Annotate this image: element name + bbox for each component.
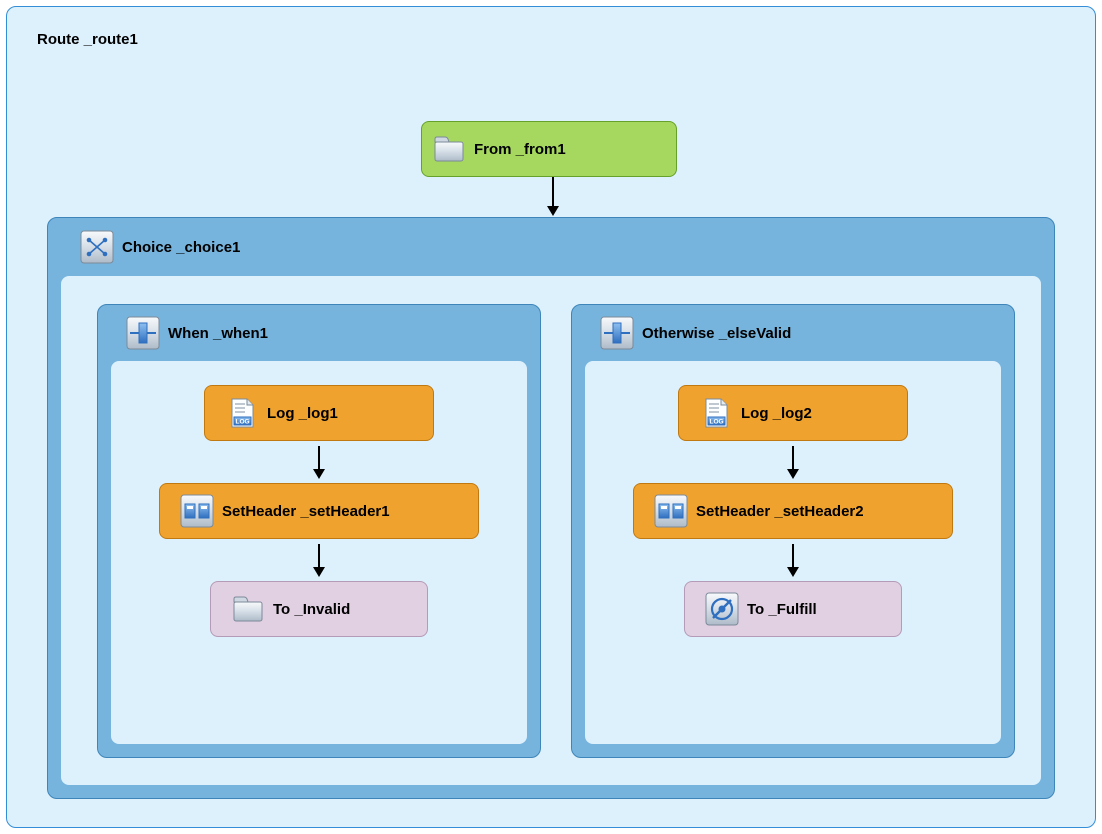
arrow-icon bbox=[787, 441, 799, 483]
to-label: To _Fulfill bbox=[747, 601, 817, 618]
arrow-icon bbox=[787, 539, 799, 581]
otherwise-header: Otherwise _elseValid bbox=[572, 305, 1014, 361]
log-label: Log _log2 bbox=[741, 405, 812, 422]
log-icon: LOG bbox=[225, 396, 259, 430]
choice-container[interactable]: Choice _choice1 When _when1 bbox=[47, 217, 1055, 799]
setheader-label: SetHeader _setHeader1 bbox=[222, 503, 390, 520]
otherwise-label: Otherwise _elseValid bbox=[642, 325, 791, 342]
route-title: Route _route1 bbox=[37, 31, 138, 48]
setheader-icon bbox=[180, 494, 214, 528]
choice-label: Choice _choice1 bbox=[122, 239, 240, 256]
setheader-node[interactable]: SetHeader _setHeader2 bbox=[633, 483, 953, 539]
arrow-icon bbox=[313, 539, 325, 581]
log-node[interactable]: LOG Log _log2 bbox=[678, 385, 908, 441]
from-label: From _from1 bbox=[474, 141, 566, 158]
route-container: Route _route1 From _from1 bbox=[6, 6, 1096, 828]
when-branch[interactable]: When _when1 LOG Log bbox=[97, 304, 541, 758]
choice-body: When _when1 LOG Log bbox=[61, 276, 1041, 785]
svg-text:LOG: LOG bbox=[236, 419, 250, 426]
choice-icon bbox=[80, 230, 114, 264]
to-label: To _Invalid bbox=[273, 601, 350, 618]
connector-from-to-choice bbox=[547, 177, 559, 217]
when-header: When _when1 bbox=[98, 305, 540, 361]
log-node[interactable]: LOG Log _log1 bbox=[204, 385, 434, 441]
log-label: Log _log1 bbox=[267, 405, 338, 422]
from-node[interactable]: From _from1 bbox=[421, 121, 677, 177]
setheader-label: SetHeader _setHeader2 bbox=[696, 503, 864, 520]
setheader-node[interactable]: SetHeader _setHeader1 bbox=[159, 483, 479, 539]
svg-text:LOG: LOG bbox=[710, 419, 724, 426]
target-icon bbox=[705, 592, 739, 626]
choice-header: Choice _choice1 bbox=[48, 218, 1054, 276]
to-node[interactable]: To _Fulfill bbox=[684, 581, 902, 637]
log-icon: LOG bbox=[699, 396, 733, 430]
arrow-icon bbox=[313, 441, 325, 483]
branch-icon bbox=[126, 316, 160, 350]
to-node[interactable]: To _Invalid bbox=[210, 581, 428, 637]
otherwise-body: LOG Log _log2 bbox=[585, 361, 1001, 744]
when-body: LOG Log _log1 bbox=[111, 361, 527, 744]
folder-icon bbox=[231, 592, 265, 626]
setheader-icon bbox=[654, 494, 688, 528]
branch-icon bbox=[600, 316, 634, 350]
otherwise-branch[interactable]: Otherwise _elseValid LOG bbox=[571, 304, 1015, 758]
folder-icon bbox=[432, 132, 466, 166]
when-label: When _when1 bbox=[168, 325, 268, 342]
